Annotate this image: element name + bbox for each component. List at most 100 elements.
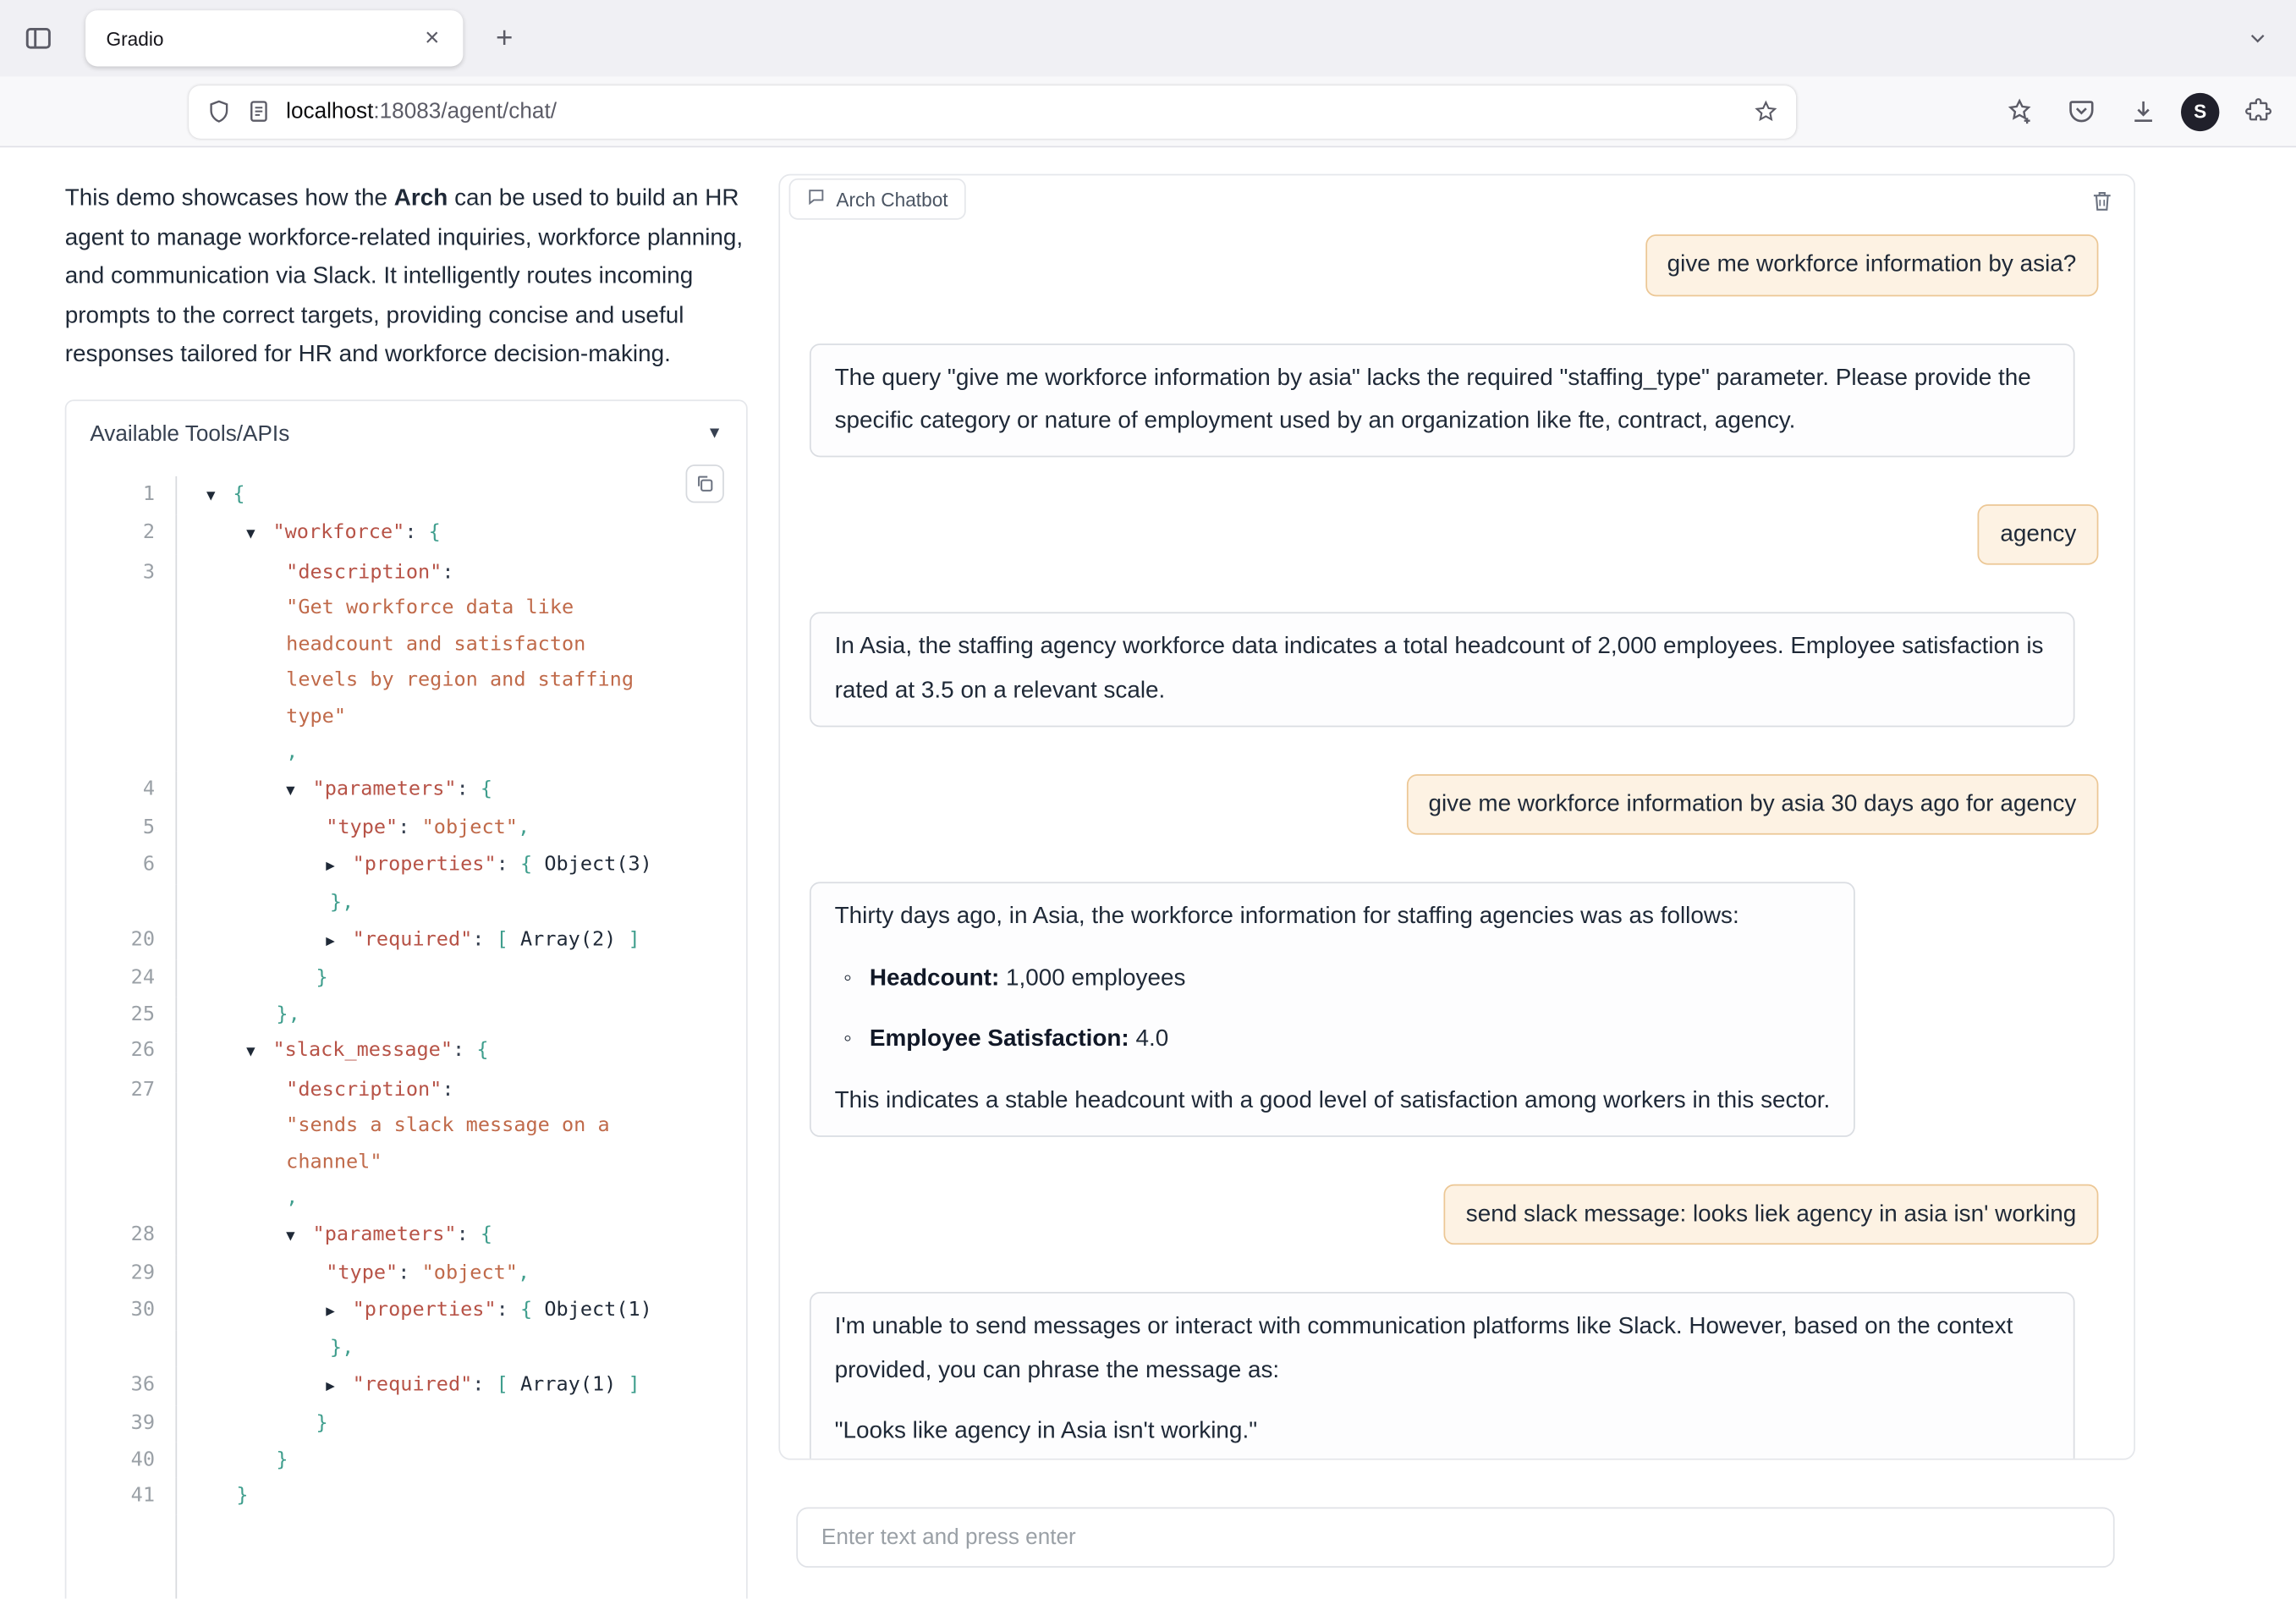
right-column: Arch Chatbot give me workforce informati… [778, 174, 2135, 1599]
user-message-row: give me workforce information by asia 30… [810, 773, 2098, 835]
line-number: 27 [66, 1071, 177, 1216]
json-line: 4▼"parameters": { [66, 771, 746, 810]
demo-description-rest: can be used to build an HR agent to mana… [65, 186, 743, 367]
json-token-brace: , [518, 1261, 530, 1284]
json-line-content: ▶"required": [ Array(2) ] [177, 921, 746, 960]
collapse-toggle-icon[interactable]: ▼ [286, 1219, 312, 1256]
json-token-str: levels by region and staffing [286, 668, 634, 692]
line-number: 28 [66, 1216, 177, 1255]
expand-toggle-icon[interactable]: ▶ [326, 1294, 352, 1331]
json-line: 29"type": "object", [66, 1255, 746, 1291]
json-token-brace: { [481, 1222, 492, 1245]
pocket-icon[interactable] [2057, 88, 2105, 135]
json-line: 6▶"properties": { Object(3) [66, 846, 746, 885]
json-token-key: "parameters" [313, 1222, 457, 1245]
message-paragraph: Thirty days ago, in Asia, the workforce … [835, 895, 1831, 939]
json-token-punct: : [472, 1372, 496, 1396]
bookmark-star-icon[interactable] [1754, 99, 1779, 124]
line-number: 2 [66, 514, 177, 553]
bullet-label: Employee Satisfaction: [870, 1027, 1129, 1052]
json-line: 26▼"slack_message": { [66, 1032, 746, 1071]
json-token-brace: ] [629, 927, 640, 951]
json-code: 1▼{2▼"workforce": {3"description":"Get w… [66, 475, 746, 1598]
firefox-view-icon[interactable] [14, 14, 62, 62]
chatbot-panel: Arch Chatbot give me workforce informati… [778, 174, 2135, 1460]
json-token-brace: [ [497, 927, 508, 951]
save-bookmark-icon[interactable] [1995, 88, 2042, 135]
url-bar[interactable]: localhost:18083/agent/chat/ [189, 85, 1796, 138]
clear-chat-trash-icon[interactable] [2090, 189, 2115, 218]
json-token-str: "sends a slack message on a [286, 1113, 610, 1137]
json-token-brace: , [286, 1185, 298, 1209]
json-line-content: ▶"properties": { Object(3) [177, 846, 746, 885]
collapse-toggle-icon[interactable]: ▼ [246, 1036, 272, 1072]
collapse-toggle-icon[interactable]: ▼ [246, 518, 272, 554]
json-line-content: ▶"properties": { Object(1) [177, 1291, 746, 1330]
json-line: 30▶"properties": { Object(1) [66, 1291, 746, 1330]
new-tab-button[interactable]: + [481, 14, 528, 62]
line-number: 4 [66, 771, 177, 810]
json-token-brace: { [481, 777, 492, 800]
json-token-punct: : [442, 1077, 453, 1101]
json-token-str: "object" [422, 1261, 518, 1284]
json-token-key: "description" [286, 1077, 442, 1101]
json-line: 41} [66, 1478, 746, 1514]
tab-close-icon[interactable]: × [416, 22, 448, 54]
json-line: 24} [66, 960, 746, 997]
json-token-key: "slack_message" [272, 1038, 453, 1062]
json-line-content: }, [177, 885, 746, 921]
json-line-content: } [177, 1442, 746, 1478]
line-number: 6 [66, 846, 177, 885]
json-viewer: 1▼{2▼"workforce": {3"description":"Get w… [66, 461, 746, 1599]
line-number: 25 [66, 996, 177, 1032]
download-icon[interactable] [2119, 88, 2167, 135]
json-line: 27 "description": "sends a slack message o… [66, 1071, 746, 1216]
message-paragraph: agency [2000, 513, 2076, 557]
copy-icon[interactable] [686, 464, 724, 502]
json-token-punct: : [457, 1222, 481, 1245]
page-info-icon[interactable] [246, 99, 272, 124]
json-token-key: "required" [353, 927, 473, 951]
message-paragraph: give me workforce information by asia 30… [1428, 783, 2076, 827]
json-line: 40} [66, 1442, 746, 1478]
collapse-toggle-icon[interactable]: ▼ [206, 479, 233, 515]
json-token-punct: : [497, 852, 520, 876]
tools-panel-header[interactable]: Available Tools/APIs ▼ [66, 400, 746, 460]
json-token-brace: [ [497, 1372, 508, 1396]
line-number: 24 [66, 960, 177, 997]
browser-window: Gradio × + localhost:18083/agent/chat/ [0, 0, 2296, 1599]
json-token-brace: , [518, 816, 530, 839]
bot-message-bubble: In Asia, the staffing agency workforce d… [810, 613, 2075, 727]
json-token-plain: Object(3) [532, 852, 652, 876]
json-line-content: ▼"slack_message": { [177, 1032, 746, 1071]
expand-toggle-icon[interactable]: ▶ [326, 849, 352, 885]
chat-text-input[interactable] [796, 1507, 2114, 1567]
json-token-brace: } [236, 1484, 248, 1508]
shield-icon[interactable] [206, 99, 232, 124]
message-paragraph: This indicates a stable headcount with a… [835, 1080, 1831, 1124]
extensions-puzzle-icon[interactable] [2234, 88, 2282, 135]
browser-tab[interactable]: Gradio × [85, 10, 463, 66]
json-token-brace: , [286, 740, 298, 764]
expand-toggle-icon[interactable]: ▶ [326, 1369, 352, 1405]
json-token-brace: { [520, 852, 532, 876]
user-message-bubble: give me workforce information by asia? [1645, 234, 2099, 296]
demo-description-text: This demo showcases how the [65, 186, 394, 212]
collapse-toggle-icon[interactable]: ▼ [286, 773, 312, 810]
json-token-punct: : [442, 560, 453, 584]
expand-toggle-icon[interactable]: ▶ [326, 924, 352, 960]
line-number [66, 885, 177, 921]
json-line-content: "type": "object", [177, 1255, 746, 1291]
json-line: }, [66, 885, 746, 921]
chatbot-label: Arch Chatbot [789, 179, 966, 220]
account-avatar[interactable]: S [2181, 92, 2219, 130]
json-token-brace: } [316, 1411, 327, 1435]
json-line: 20▶"required": [ Array(2) ] [66, 921, 746, 960]
url-path: :18083/agent/chat/ [373, 99, 557, 124]
collapse-chevron-icon[interactable]: ▼ [706, 425, 722, 442]
json-line: 39} [66, 1405, 746, 1442]
list-all-tabs-icon[interactable] [2234, 14, 2282, 62]
line-number: 30 [66, 1291, 177, 1330]
bullet-value: 1,000 employees [999, 965, 1185, 991]
page-content: This demo showcases how the Arch can be … [0, 147, 2296, 1598]
